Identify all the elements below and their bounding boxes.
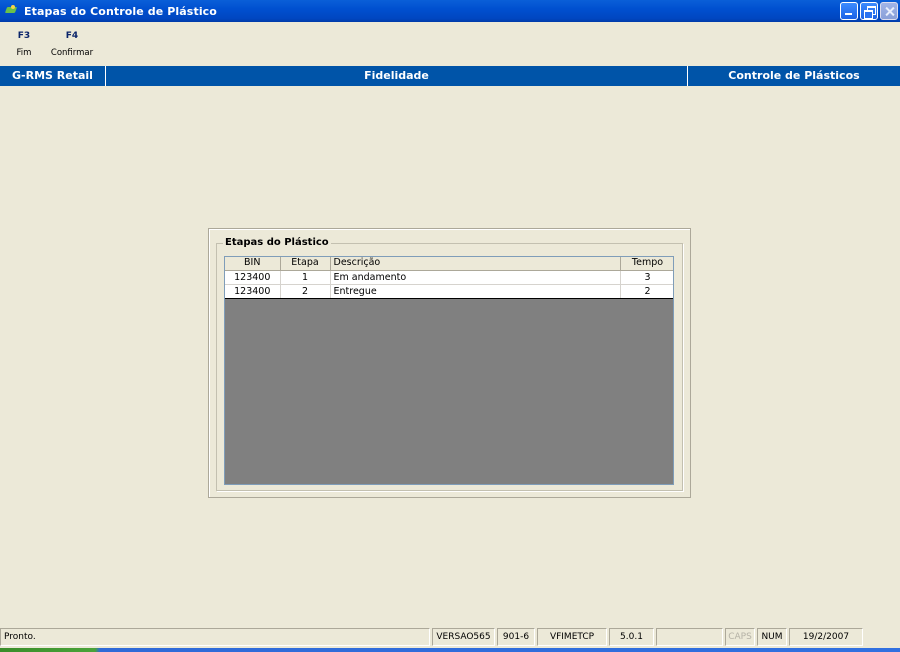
- status-release: 5.0.1: [609, 628, 654, 646]
- restore-button[interactable]: [860, 2, 878, 20]
- cell-etapa: 1: [280, 270, 331, 285]
- window-title: Etapas do Controle de Plástico: [24, 4, 217, 18]
- column-header-bin[interactable]: BIN: [225, 257, 281, 271]
- header-screen: Controle de Plásticos: [728, 69, 860, 82]
- status-program: VFIMETCP: [537, 628, 607, 646]
- status-empty: [656, 628, 723, 646]
- status-date: 19/2/2007: [789, 628, 863, 646]
- status-version: VERSAO565: [432, 628, 495, 646]
- taskbar-strip: [0, 648, 900, 652]
- cell-tempo: 3: [620, 270, 673, 285]
- status-caps: CAPS: [725, 628, 755, 646]
- cell-bin: 123400: [225, 284, 281, 299]
- module-header: G-RMS Retail Fidelidade Controle de Plás…: [0, 66, 900, 86]
- table-row[interactable]: 123400 1 Em andamento 3: [225, 270, 673, 285]
- table-header-row: BIN Etapa Descrição Tempo: [225, 257, 673, 271]
- f4-key-label: F4: [65, 31, 79, 41]
- cell-tempo: 2: [620, 284, 673, 299]
- close-button[interactable]: [880, 2, 898, 20]
- column-header-descricao[interactable]: Descrição: [330, 257, 621, 271]
- status-message: Pronto.: [0, 628, 430, 646]
- column-header-tempo[interactable]: Tempo: [620, 257, 673, 271]
- title-bar: Etapas do Controle de Plástico: [0, 0, 900, 22]
- f3-key-label: F3: [17, 31, 31, 41]
- column-header-etapa[interactable]: Etapa: [280, 257, 331, 271]
- function-key-toolbar: F3 Fim F4 Confirmar: [0, 30, 96, 62]
- group-title: Etapas do Plástico: [223, 237, 331, 249]
- header-system: G-RMS Retail: [0, 66, 106, 86]
- stages-group: Etapas do Plástico BIN Etapa Descrição T…: [216, 237, 683, 491]
- status-bar: Pronto. VERSAO565 901-6 VFIMETCP 5.0.1 C…: [0, 627, 900, 647]
- f4-confirmar-button[interactable]: F4 Confirmar: [48, 30, 96, 62]
- stages-panel: Etapas do Plástico BIN Etapa Descrição T…: [208, 228, 691, 498]
- status-code: 901-6: [497, 628, 535, 646]
- cell-bin: 123400: [225, 270, 281, 285]
- cell-etapa: 2: [280, 284, 331, 299]
- cell-descricao: Em andamento: [330, 270, 621, 285]
- minimize-button[interactable]: [840, 2, 858, 20]
- stages-grid[interactable]: BIN Etapa Descrição Tempo 123400 1 Em an…: [224, 256, 674, 485]
- stages-table: BIN Etapa Descrição Tempo 123400 1 Em an…: [225, 257, 673, 299]
- header-module: Fidelidade: [106, 66, 688, 86]
- f3-action-label: Fim: [16, 48, 32, 58]
- window-controls: [840, 2, 898, 20]
- f3-fim-button[interactable]: F3 Fim: [0, 30, 48, 62]
- app-icon: [4, 4, 18, 18]
- f4-action-label: Confirmar: [50, 48, 94, 58]
- status-num: NUM: [757, 628, 787, 646]
- table-row[interactable]: 123400 2 Entregue 2: [225, 284, 673, 299]
- cell-descricao: Entregue: [330, 284, 621, 299]
